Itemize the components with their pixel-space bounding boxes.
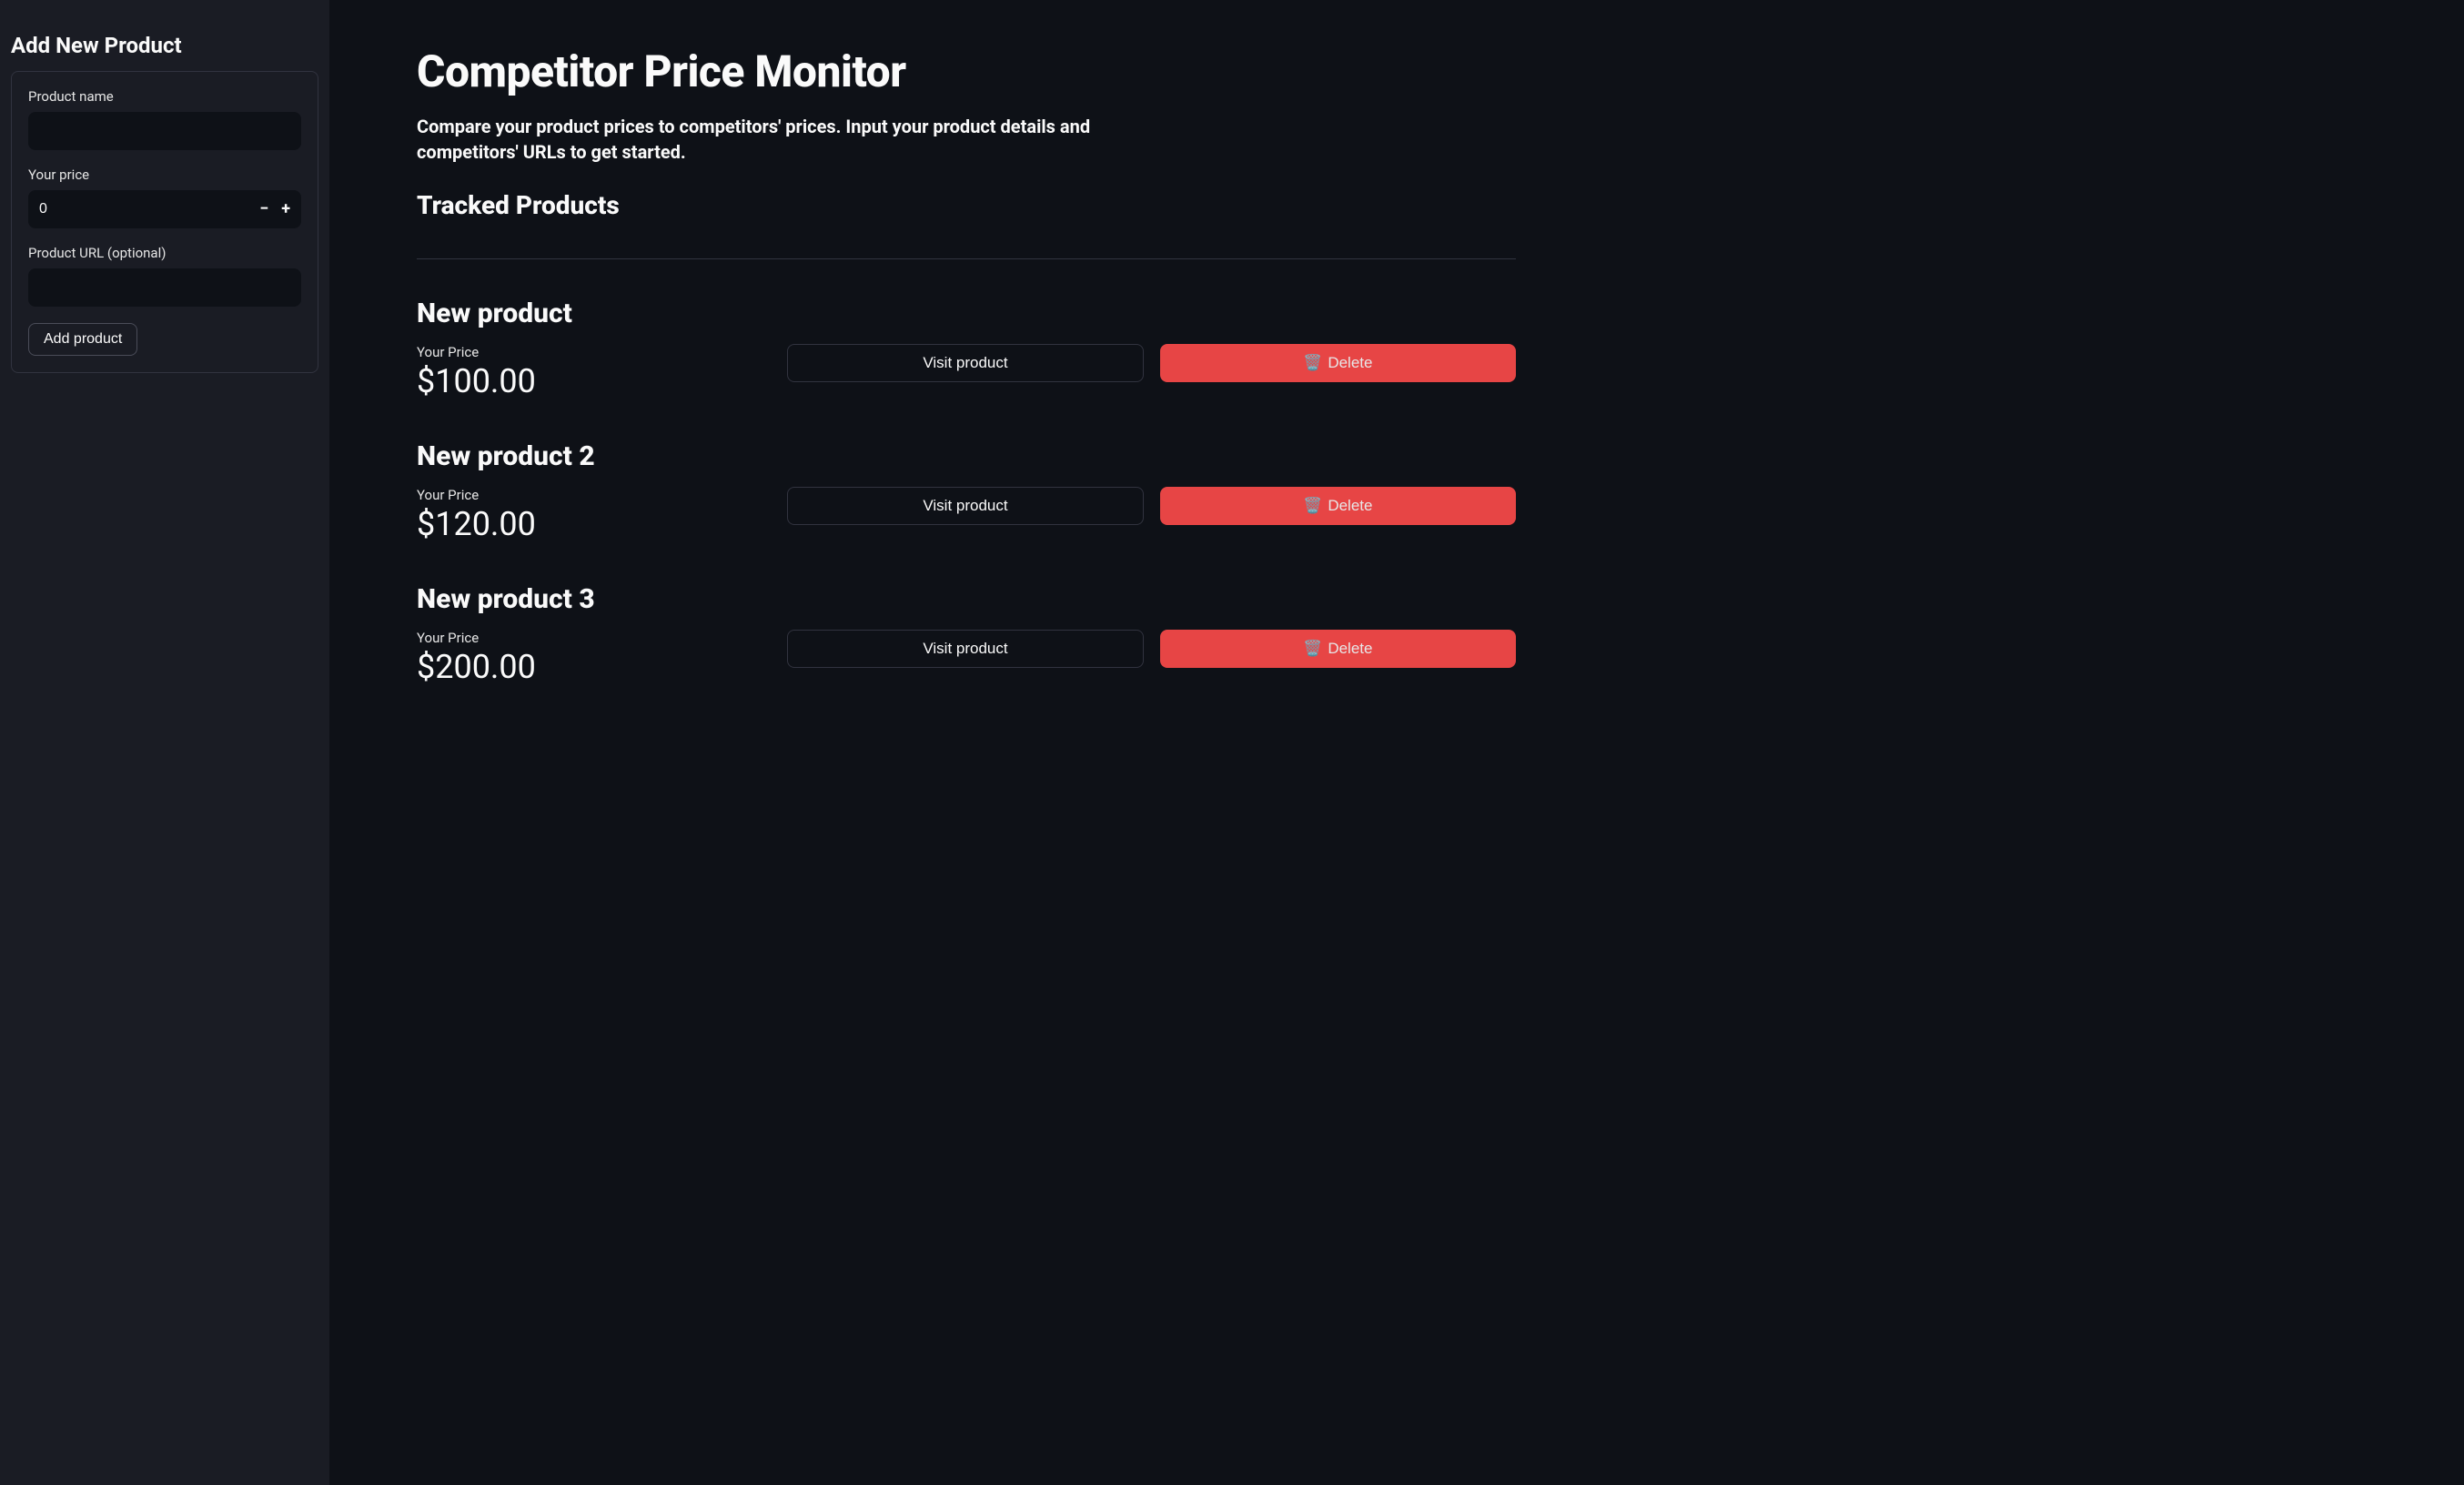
price-column: Your Price $100.00 <box>417 344 771 400</box>
stepper-minus-icon[interactable]: − <box>259 201 268 217</box>
delete-label: Delete <box>1328 640 1372 658</box>
price-value: $200.00 <box>417 648 771 686</box>
price-column: Your Price $200.00 <box>417 630 771 686</box>
delete-product-button[interactable]: 🗑️ Delete <box>1160 344 1516 382</box>
product-card: New product 3 Your Price $200.00 Visit prod… <box>417 583 1516 686</box>
visit-product-button[interactable]: Visit product <box>787 630 1143 668</box>
your-price-input-wrap: − + <box>28 190 301 228</box>
your-price-input[interactable] <box>39 201 259 217</box>
product-name: New product <box>417 298 1516 329</box>
your-price-label: Your price <box>28 167 301 183</box>
visit-product-button[interactable]: Visit product <box>787 344 1143 382</box>
product-row: Your Price $100.00 Visit product 🗑️ Delete <box>417 344 1516 400</box>
add-product-form: Product name Your price − + Product URL … <box>11 71 318 373</box>
delete-product-button[interactable]: 🗑️ Delete <box>1160 630 1516 668</box>
product-url-input[interactable] <box>28 268 301 307</box>
stepper-plus-icon[interactable]: + <box>281 201 290 217</box>
divider <box>417 258 1516 259</box>
page-title: Competitor Price Monitor <box>417 45 1516 97</box>
trash-icon: 🗑️ <box>1303 354 1322 372</box>
product-card: New product Your Price $100.00 Visit produc… <box>417 298 1516 400</box>
trash-icon: 🗑️ <box>1303 497 1322 515</box>
your-price-label: Your Price <box>417 630 771 646</box>
product-name-input[interactable] <box>28 112 301 150</box>
delete-label: Delete <box>1328 354 1372 372</box>
your-price-label: Your Price <box>417 487 771 503</box>
price-stepper: − + <box>259 201 290 217</box>
visit-product-button[interactable]: Visit product <box>787 487 1143 525</box>
price-column: Your Price $120.00 <box>417 487 771 543</box>
delete-label: Delete <box>1328 497 1372 515</box>
sidebar: Add New Product Product name Your price … <box>0 0 329 1485</box>
product-name: New product 3 <box>417 583 1516 615</box>
tracked-products-heading: Tracked Products <box>417 190 1516 220</box>
product-row: Your Price $120.00 Visit product 🗑️ Delete <box>417 487 1516 543</box>
delete-product-button[interactable]: 🗑️ Delete <box>1160 487 1516 525</box>
your-price-label: Your Price <box>417 344 771 360</box>
main-content: Competitor Price Monitor Compare your pr… <box>329 0 1603 1485</box>
trash-icon: 🗑️ <box>1303 640 1322 658</box>
product-url-label: Product URL (optional) <box>28 245 301 261</box>
add-product-button[interactable]: Add product <box>28 323 137 356</box>
price-value: $120.00 <box>417 505 771 543</box>
product-name: New product 2 <box>417 440 1516 472</box>
product-card: New product 2 Your Price $120.00 Visit prod… <box>417 440 1516 543</box>
price-value: $100.00 <box>417 362 771 400</box>
product-row: Your Price $200.00 Visit product 🗑️ Delete <box>417 630 1516 686</box>
product-name-label: Product name <box>28 88 301 105</box>
page-subtitle: Compare your product prices to competito… <box>417 114 1163 165</box>
sidebar-heading: Add New Product <box>11 33 318 58</box>
